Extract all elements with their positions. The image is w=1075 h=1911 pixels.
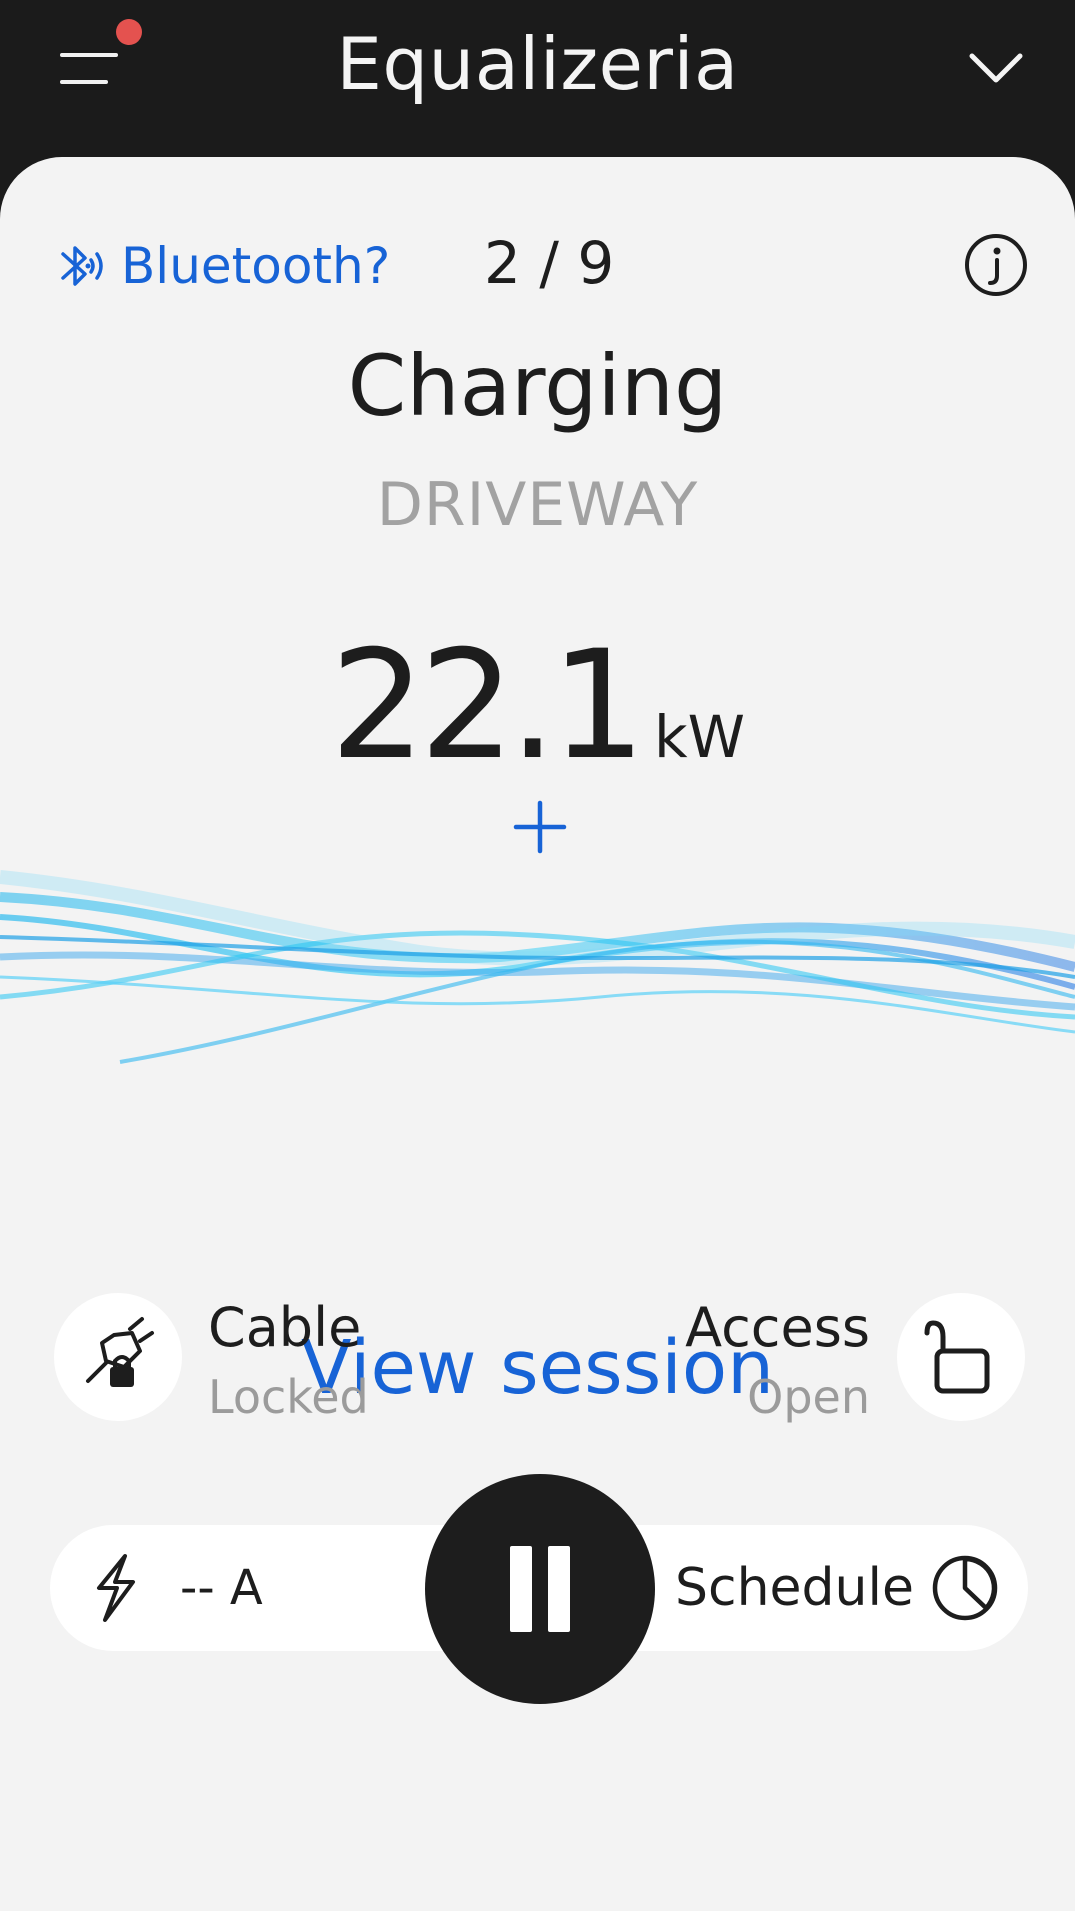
power-readout: 22.1 kW bbox=[0, 619, 1075, 793]
schedule-button[interactable]: Schedule bbox=[675, 1558, 914, 1618]
info-icon[interactable] bbox=[963, 232, 1029, 298]
plus-icon[interactable] bbox=[510, 797, 570, 857]
clock-icon[interactable] bbox=[930, 1553, 1000, 1623]
access-status-button[interactable] bbox=[897, 1293, 1025, 1421]
energy-wave-graphic bbox=[0, 870, 1075, 1064]
access-label: Access bbox=[685, 1296, 870, 1359]
pause-icon bbox=[548, 1546, 570, 1632]
unlocked-padlock-icon bbox=[924, 1320, 990, 1394]
power-unit: kW bbox=[654, 703, 745, 771]
cable-label: Cable bbox=[208, 1296, 362, 1359]
cable-status-button[interactable] bbox=[54, 1293, 182, 1421]
top-bar: Equalizeria bbox=[0, 0, 1075, 160]
power-value: 22.1 bbox=[330, 619, 646, 793]
access-state: Open bbox=[747, 1370, 870, 1424]
pause-button[interactable] bbox=[425, 1474, 655, 1704]
chevron-down-icon[interactable] bbox=[966, 48, 1026, 88]
cable-state: Locked bbox=[208, 1370, 369, 1424]
bluetooth-link[interactable]: Bluetooth? bbox=[55, 237, 390, 295]
lightning-icon[interactable] bbox=[85, 1552, 145, 1624]
plug-lock-icon bbox=[86, 1317, 154, 1387]
current-limit-value[interactable]: -- A bbox=[180, 1560, 263, 1616]
charger-counter: 2 / 9 bbox=[484, 229, 615, 297]
charger-location: DRIVEWAY bbox=[376, 470, 699, 540]
pause-icon bbox=[510, 1546, 532, 1632]
charging-status: Charging bbox=[347, 337, 728, 435]
app-title: Equalizeria bbox=[336, 22, 739, 106]
bluetooth-label: Bluetooth? bbox=[121, 237, 391, 295]
bluetooth-icon bbox=[61, 246, 103, 286]
